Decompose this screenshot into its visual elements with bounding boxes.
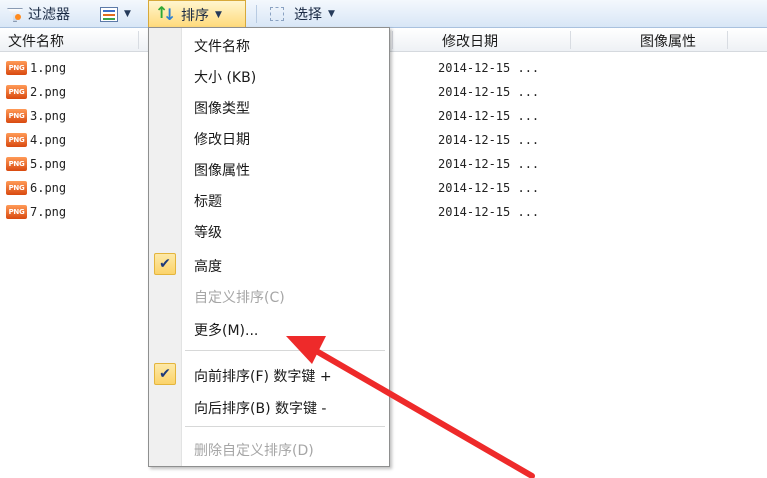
menu-item-label: 高度 — [194, 259, 222, 275]
sort-by-file-name[interactable]: 文件名称 — [149, 30, 389, 60]
column-divider[interactable] — [570, 31, 571, 49]
toolbar: 过滤器 ▼ 排序 ▼ 选择 ▼ — [0, 0, 767, 28]
column-header-attributes[interactable]: 图像属性 — [640, 31, 696, 51]
filter-label: 过滤器 — [28, 7, 70, 23]
menu-item-label: 更多(M)... — [194, 323, 259, 339]
file-date: 2014-12-15 ... — [438, 61, 540, 75]
select-button[interactable]: 选择 ▼ — [270, 3, 335, 25]
sort-ascending-item[interactable]: ✔ 向前排序(F) 数字键 + — [149, 360, 389, 390]
menu-item-label: 向前排序(F) 数字键 + — [194, 369, 332, 385]
custom-sort-item: 自定义排序(C) — [149, 281, 389, 311]
png-file-icon: PNG — [6, 157, 27, 171]
png-file-icon: PNG — [6, 133, 27, 147]
menu-item-label: 标题 — [194, 194, 222, 210]
png-file-icon: PNG — [6, 61, 27, 75]
more-options-item[interactable]: 更多(M)... — [149, 314, 389, 344]
sort-by-size[interactable]: 大小 (KB) — [149, 61, 389, 91]
file-date: 2014-12-15 ... — [438, 157, 540, 171]
sort-by-height[interactable]: ✔ 高度 — [149, 250, 389, 280]
file-date: 2014-12-15 ... — [438, 205, 540, 219]
funnel-icon — [6, 6, 22, 22]
file-name: 7.png — [30, 205, 67, 219]
chevron-down-icon: ▼ — [124, 9, 131, 19]
toolbar-divider — [256, 5, 257, 23]
sort-descending-item[interactable]: 向后排序(B) 数字键 - — [149, 392, 389, 422]
column-divider[interactable] — [392, 31, 393, 49]
column-divider[interactable] — [138, 31, 139, 49]
file-name: 6.png — [30, 181, 67, 195]
sort-by-title[interactable]: 标题 — [149, 185, 389, 215]
menu-item-label: 文件名称 — [194, 39, 250, 55]
file-name: 4.png — [30, 133, 67, 147]
png-file-icon: PNG — [6, 181, 27, 195]
file-date: 2014-12-15 ... — [438, 85, 540, 99]
sort-dropdown-menu: 文件名称 大小 (KB) 图像类型 修改日期 图像属性 标题 等级 ✔ 高度 自… — [148, 27, 390, 467]
png-file-icon: PNG — [6, 109, 27, 123]
menu-item-label: 向后排序(B) 数字键 - — [194, 401, 327, 417]
menu-separator — [185, 350, 385, 351]
png-file-icon: PNG — [6, 205, 27, 219]
column-header-date[interactable]: 修改日期 — [442, 31, 498, 51]
file-name: 5.png — [30, 157, 67, 171]
file-date: 2014-12-15 ... — [438, 181, 540, 195]
menu-item-label: 自定义排序(C) — [194, 290, 285, 306]
menu-item-label: 等级 — [194, 225, 222, 241]
file-date: 2014-12-15 ... — [438, 133, 540, 147]
png-file-icon: PNG — [6, 85, 27, 99]
column-header-name[interactable]: 文件名称 — [8, 31, 64, 51]
menu-item-label: 大小 (KB) — [194, 70, 257, 86]
view-list-icon — [100, 6, 118, 22]
sort-arrows-icon — [155, 3, 176, 24]
view-mode-button[interactable]: ▼ — [100, 3, 131, 25]
menu-item-label: 图像属性 — [194, 163, 250, 179]
menu-item-label: 删除自定义排序(D) — [194, 443, 314, 459]
select-label: 选择 — [294, 7, 322, 23]
file-name: 1.png — [30, 61, 67, 75]
sort-by-image-attributes[interactable]: 图像属性 — [149, 154, 389, 184]
file-name: 2.png — [30, 85, 67, 99]
menu-separator — [185, 426, 385, 427]
sort-by-image-type[interactable]: 图像类型 — [149, 92, 389, 122]
checkmark-icon: ✔ — [154, 363, 176, 385]
remove-custom-sort-item: 删除自定义排序(D) — [149, 434, 389, 464]
column-divider[interactable] — [727, 31, 728, 49]
selection-icon — [270, 7, 284, 21]
chevron-down-icon: ▼ — [215, 9, 222, 20]
file-name: 3.png — [30, 109, 67, 123]
menu-item-label: 修改日期 — [194, 132, 250, 148]
sort-button[interactable]: 排序 ▼ — [148, 0, 246, 28]
filter-button[interactable]: 过滤器 — [6, 3, 70, 25]
sort-by-modified-date[interactable]: 修改日期 — [149, 123, 389, 153]
checkmark-icon: ✔ — [154, 253, 176, 275]
sort-by-rating[interactable]: 等级 — [149, 216, 389, 246]
sort-label: 排序 — [181, 7, 209, 24]
menu-item-label: 图像类型 — [194, 101, 250, 117]
file-date: 2014-12-15 ... — [438, 109, 540, 123]
chevron-down-icon: ▼ — [328, 9, 335, 19]
